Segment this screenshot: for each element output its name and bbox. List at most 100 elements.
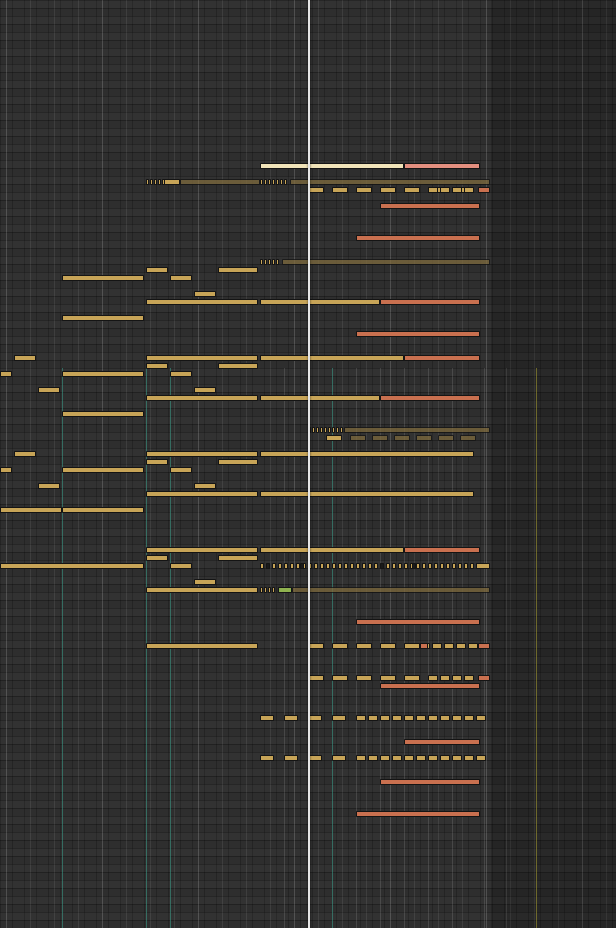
midi-note[interactable]	[428, 187, 438, 193]
midi-note[interactable]	[356, 235, 480, 241]
midi-note[interactable]	[332, 643, 348, 649]
midi-note[interactable]	[308, 715, 322, 721]
midi-note[interactable]	[380, 755, 390, 761]
midi-note[interactable]	[332, 187, 348, 193]
midi-note[interactable]	[332, 675, 348, 681]
midi-note[interactable]	[338, 563, 342, 569]
midi-note[interactable]	[0, 371, 12, 377]
midi-note[interactable]	[260, 451, 474, 457]
midi-note[interactable]	[350, 563, 354, 569]
midi-note[interactable]	[146, 363, 168, 369]
midi-note[interactable]	[146, 179, 149, 185]
midi-note[interactable]	[314, 563, 318, 569]
midi-note[interactable]	[380, 187, 396, 193]
midi-note[interactable]	[154, 179, 157, 185]
midi-note[interactable]	[476, 563, 490, 569]
midi-note[interactable]	[476, 755, 486, 761]
midi-note[interactable]	[280, 179, 283, 185]
midi-note[interactable]	[328, 427, 331, 433]
midi-note[interactable]	[170, 275, 192, 281]
midi-note[interactable]	[476, 715, 486, 721]
midi-note[interactable]	[464, 563, 468, 569]
midi-note[interactable]	[146, 395, 258, 401]
midi-note[interactable]	[422, 563, 426, 569]
midi-note[interactable]	[478, 187, 490, 193]
midi-note[interactable]	[372, 435, 388, 441]
midi-note[interactable]	[460, 435, 476, 441]
midi-note[interactable]	[428, 715, 438, 721]
midi-note[interactable]	[356, 187, 372, 193]
midi-note[interactable]	[308, 187, 324, 193]
midi-note[interactable]	[284, 563, 288, 569]
midi-note[interactable]	[464, 675, 474, 681]
midi-note[interactable]	[180, 179, 260, 185]
midi-note[interactable]	[260, 299, 380, 305]
midi-note[interactable]	[420, 643, 428, 649]
midi-note[interactable]	[38, 387, 60, 393]
midi-note[interactable]	[62, 275, 144, 281]
midi-note[interactable]	[398, 563, 402, 569]
midi-note[interactable]	[440, 755, 450, 761]
midi-note[interactable]	[380, 203, 480, 209]
midi-note[interactable]	[170, 563, 192, 569]
midi-note[interactable]	[368, 563, 372, 569]
midi-note[interactable]	[340, 427, 343, 433]
midi-note[interactable]	[416, 755, 426, 761]
midi-note[interactable]	[386, 563, 390, 569]
midi-note[interactable]	[146, 555, 168, 561]
midi-note[interactable]	[380, 643, 396, 649]
midi-note[interactable]	[266, 563, 270, 569]
midi-note[interactable]	[478, 643, 490, 649]
midi-note[interactable]	[356, 563, 360, 569]
midi-note[interactable]	[272, 587, 275, 593]
midi-note[interactable]	[264, 259, 267, 265]
midi-note[interactable]	[260, 163, 404, 169]
midi-note[interactable]	[452, 563, 456, 569]
midi-note[interactable]	[380, 779, 480, 785]
midi-note[interactable]	[380, 675, 396, 681]
midi-note[interactable]	[146, 643, 258, 649]
midi-note[interactable]	[276, 179, 279, 185]
midi-note[interactable]	[62, 371, 144, 377]
midi-note[interactable]	[260, 587, 263, 593]
midi-note[interactable]	[404, 739, 480, 745]
midi-note[interactable]	[344, 563, 348, 569]
midi-note[interactable]	[464, 187, 474, 193]
midi-note[interactable]	[260, 395, 380, 401]
midi-note[interactable]	[264, 587, 267, 593]
midi-note[interactable]	[272, 179, 275, 185]
midi-note[interactable]	[164, 179, 180, 185]
midi-note[interactable]	[428, 755, 438, 761]
midi-note[interactable]	[320, 427, 323, 433]
midi-note[interactable]	[356, 755, 366, 761]
midi-note[interactable]	[146, 267, 168, 273]
midi-note[interactable]	[344, 427, 490, 433]
midi-note[interactable]	[194, 291, 216, 297]
midi-note[interactable]	[464, 755, 474, 761]
midi-note[interactable]	[404, 163, 480, 169]
midi-note[interactable]	[300, 563, 304, 569]
midi-note[interactable]	[146, 299, 258, 305]
midi-note[interactable]	[356, 331, 480, 337]
midi-note[interactable]	[332, 427, 335, 433]
midi-note[interactable]	[428, 563, 432, 569]
midi-note[interactable]	[332, 755, 346, 761]
midi-note[interactable]	[350, 435, 366, 441]
midi-note[interactable]	[356, 643, 372, 649]
midi-note[interactable]	[290, 563, 294, 569]
midi-note[interactable]	[456, 643, 466, 649]
midi-note[interactable]	[434, 563, 438, 569]
midi-note[interactable]	[326, 435, 342, 441]
midi-note[interactable]	[392, 715, 402, 721]
midi-note[interactable]	[404, 643, 420, 649]
midi-note[interactable]	[356, 675, 372, 681]
midi-note[interactable]	[0, 563, 144, 569]
midi-note[interactable]	[380, 683, 480, 689]
midi-note[interactable]	[62, 507, 144, 513]
midi-note[interactable]	[62, 315, 144, 321]
midi-note[interactable]	[440, 715, 450, 721]
midi-note[interactable]	[284, 179, 287, 185]
midi-note[interactable]	[356, 619, 480, 625]
midi-note[interactable]	[218, 267, 258, 273]
midi-note[interactable]	[392, 563, 396, 569]
